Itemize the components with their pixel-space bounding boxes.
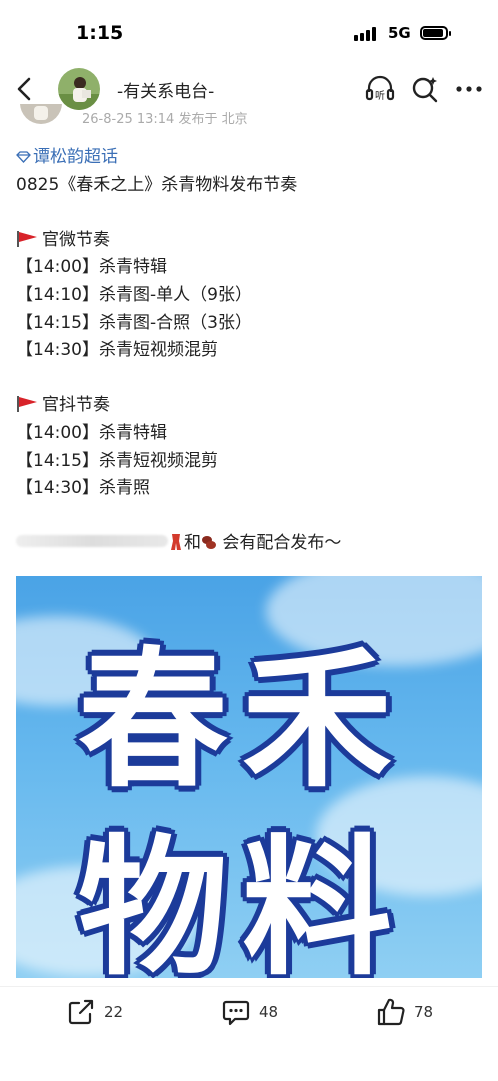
post-image[interactable]: 春禾 物料: [16, 576, 482, 978]
share-count: 22: [104, 1003, 124, 1021]
schedule-item: 【14:30】杀青照: [16, 478, 150, 499]
listen-label: 听: [375, 90, 385, 102]
section-heading: 官微节奏: [16, 227, 486, 255]
schedule-item: 【14:15】杀青短视频混剪: [16, 450, 218, 471]
listen-icon[interactable]: 听: [365, 74, 395, 104]
post-footer-line: 和 会有配合发布～: [16, 530, 486, 558]
schedule-item: 【14:10】杀青图-单人（9张）: [16, 284, 252, 305]
red-flag-icon: [17, 230, 37, 247]
signal-icon: [354, 27, 380, 41]
post-avatar[interactable]: [20, 104, 62, 124]
back-icon[interactable]: [12, 74, 38, 104]
action-bar: 22 48 78: [0, 986, 498, 1081]
status-bar: 1:15 5G: [0, 0, 498, 64]
share-icon: [68, 999, 94, 1025]
post-title: 0825《春禾之上》杀青物料发布节奏: [16, 174, 298, 195]
red-flag-icon: [17, 396, 37, 413]
post-meta: 26-8-25 13:14 发布于 北京: [0, 104, 498, 130]
post-body: 谭松韵超话 0825《春禾之上》杀青物料发布节奏 官微节奏 【14:00】杀青特…: [16, 144, 486, 558]
bean-icon: [202, 536, 216, 550]
comment-button[interactable]: 48: [221, 997, 278, 1027]
search-icon[interactable]: [410, 74, 440, 104]
supertopic-label: 谭松韵超话: [33, 147, 118, 167]
post-timestamp: 26-8-25 13:14 发布于 北京: [82, 112, 248, 127]
status-time: 1:15: [76, 22, 124, 44]
image-title-line2: 物料: [78, 822, 407, 978]
diamond-icon: [16, 151, 31, 163]
comment-count: 48: [259, 1003, 279, 1021]
network-type: 5G: [388, 24, 411, 42]
section-heading: 官抖节奏: [16, 392, 486, 420]
schedule-item: 【14:30】杀青短视频混剪: [16, 340, 218, 361]
comment-icon: [222, 1000, 250, 1026]
schedule-item: 【14:15】杀青图-合照（3张）: [16, 312, 252, 333]
blurred-text: [16, 535, 168, 548]
account-name[interactable]: -有关系电台-: [117, 77, 214, 102]
schedule-item: 【14:00】杀青特辑: [16, 422, 167, 443]
share-button[interactable]: 22: [66, 997, 123, 1027]
scarf-icon: [171, 534, 181, 551]
like-count: 78: [414, 1003, 434, 1021]
supertopic-link[interactable]: 谭松韵超话: [16, 144, 486, 172]
schedule-item: 【14:00】杀青特辑: [16, 257, 167, 278]
more-icon[interactable]: [454, 74, 484, 104]
image-title-line1: 春禾: [78, 634, 407, 808]
thumbs-up-icon: [377, 998, 405, 1026]
battery-icon: [420, 26, 451, 40]
like-button[interactable]: 78: [376, 997, 433, 1027]
